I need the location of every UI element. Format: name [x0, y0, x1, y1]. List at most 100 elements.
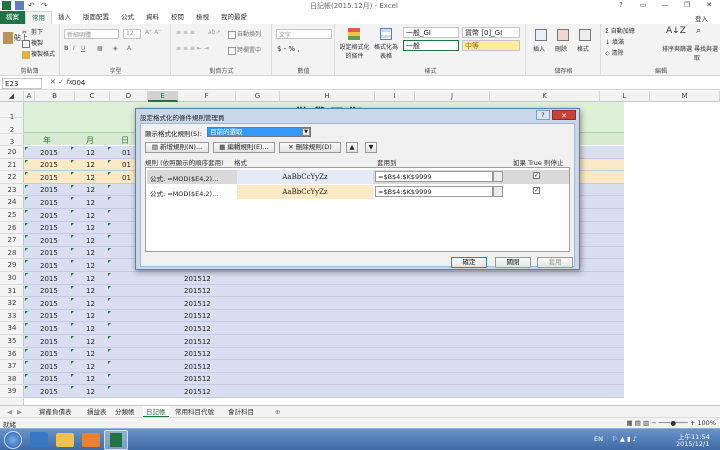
tab-formulas[interactable]: 公式	[115, 11, 140, 24]
style-neutral[interactable]: 中等	[462, 40, 520, 51]
merge-center-button[interactable]: 跨欄置中	[228, 45, 261, 55]
period-cell[interactable]: 201512	[184, 388, 211, 396]
name-box[interactable]: E23	[2, 78, 42, 89]
period-cell[interactable]: 201512	[184, 350, 211, 358]
move-down-button[interactable]: ▼	[365, 142, 377, 153]
row-header[interactable]: 21	[0, 159, 24, 172]
column-header-a[interactable]: A	[24, 91, 35, 102]
edit-rule-button[interactable]: ▦ 編輯規則(E)...	[213, 142, 275, 153]
period-cell[interactable]: 201512	[184, 363, 211, 371]
row-header-2[interactable]: 2	[0, 118, 24, 134]
year-cell[interactable]: 2015	[40, 174, 58, 182]
range-picker-icon[interactable]	[493, 186, 503, 197]
row-header[interactable]: 32	[0, 297, 24, 310]
year-cell[interactable]: 2015	[40, 186, 58, 194]
stop-if-true-checkbox[interactable]: ✓	[533, 187, 540, 194]
row-header[interactable]: 28	[0, 247, 24, 260]
year-cell[interactable]: 2015	[40, 350, 58, 358]
month-cell[interactable]: 12	[86, 388, 95, 396]
period-cell[interactable]: 201512	[184, 300, 211, 308]
column-header-b[interactable]: B	[35, 91, 75, 102]
day-cell[interactable]: 01	[122, 174, 131, 182]
column-header-i[interactable]: I	[375, 91, 415, 102]
delete-cells-button[interactable]: 刪除	[555, 44, 567, 53]
ribbon-display-icon[interactable]: ▭	[632, 0, 654, 11]
row-header[interactable]: 38	[0, 373, 24, 386]
number-format-select[interactable]: 文字	[276, 29, 332, 39]
year-cell[interactable]: 2015	[40, 388, 58, 396]
row-header-3[interactable]: 3	[0, 134, 24, 146]
folder-icon[interactable]	[56, 433, 74, 447]
row-header[interactable]: 25	[0, 209, 24, 222]
save-icon[interactable]	[15, 1, 24, 10]
month-cell[interactable]: 12	[86, 149, 95, 157]
month-cell[interactable]: 12	[86, 338, 95, 346]
day-cell[interactable]: 01	[122, 161, 131, 169]
font-color-icon[interactable]: A	[127, 45, 131, 52]
month-cell[interactable]: 12	[86, 212, 95, 220]
zoom-level[interactable]: ▦ ▤ ▥ − ───●─── + 100%	[627, 419, 716, 427]
column-header-k[interactable]: K	[490, 91, 600, 102]
month-cell[interactable]: 12	[86, 237, 95, 245]
style-currency-gi[interactable]: 貨幣 [0]_GI	[462, 27, 520, 38]
year-cell[interactable]: 2015	[40, 237, 58, 245]
year-cell[interactable]: 2015	[40, 212, 58, 220]
dialog-close-button[interactable]: ✕	[552, 110, 576, 120]
tray-icons[interactable]: ⚐ ▲ ▮ ♪	[612, 435, 637, 443]
fill-button[interactable]: ↓ 填滿	[605, 37, 624, 46]
year-cell[interactable]: 2015	[40, 287, 58, 295]
month-cell[interactable]: 12	[86, 275, 95, 283]
start-button[interactable]	[4, 431, 22, 449]
row-header[interactable]: 36	[0, 348, 24, 361]
row-header[interactable]: 22	[0, 171, 24, 184]
clear-button[interactable]: ◇ 清除	[605, 48, 624, 57]
rule-row-1[interactable]: 公式: =MOD($E4,2)... AaBbCcYyZz =$B$4:$K$9…	[147, 170, 569, 184]
tab-favorites[interactable]: 我的最愛	[215, 11, 253, 24]
month-cell[interactable]: 12	[86, 350, 95, 358]
tab-data[interactable]: 資料	[140, 11, 165, 24]
row-header-1[interactable]: 1	[0, 102, 24, 121]
row-header[interactable]: 26	[0, 222, 24, 235]
ok-button[interactable]: 確定	[451, 257, 487, 268]
grow-font-icon[interactable]: A⁺ A⁻	[145, 29, 161, 36]
month-cell[interactable]: 12	[86, 249, 95, 257]
range-picker-icon[interactable]	[493, 171, 503, 182]
language-indicator[interactable]: EN	[594, 435, 603, 443]
month-cell[interactable]: 12	[86, 186, 95, 194]
sort-filter-button[interactable]: 排序與篩選	[662, 44, 692, 53]
new-rule-button[interactable]: ▤ 新增規則(N)...	[145, 142, 209, 153]
fill-color-icon[interactable]: ◈	[113, 45, 118, 52]
month-cell[interactable]: 12	[86, 363, 95, 371]
find-select-button[interactable]: 尋找與選取	[694, 44, 718, 62]
undo-icon[interactable]: ↶	[28, 1, 37, 10]
month-cell[interactable]: 12	[86, 224, 95, 232]
year-cell[interactable]: 2015	[40, 224, 58, 232]
row-header[interactable]: 27	[0, 234, 24, 247]
year-cell[interactable]: 2015	[40, 262, 58, 270]
align-left-icon[interactable]: ≡ ≡ ≡ ⇤ ⇥	[176, 45, 209, 52]
row-header[interactable]: 24	[0, 196, 24, 209]
cut-button[interactable]: ✂ 剪下	[22, 27, 43, 37]
month-cell[interactable]: 12	[86, 300, 95, 308]
year-cell[interactable]: 2015	[40, 363, 58, 371]
copy-button[interactable]: 複製	[22, 38, 43, 48]
formula-input[interactable]: 004	[72, 78, 85, 89]
move-up-button[interactable]: ▲	[346, 142, 358, 153]
tab-page-layout[interactable]: 版面配置	[77, 11, 115, 24]
insert-function-icon[interactable]: ✕ ✓ fx	[50, 78, 73, 86]
month-cell[interactable]: 12	[86, 161, 95, 169]
month-cell[interactable]: 12	[86, 262, 95, 270]
tab-file[interactable]: 檔案	[0, 11, 25, 24]
column-header-l[interactable]: L	[600, 91, 650, 102]
chevron-down-icon[interactable]: ▼	[302, 128, 310, 136]
column-header-j[interactable]: J	[415, 91, 490, 102]
italic-button[interactable]: I	[73, 45, 75, 52]
autosum-button[interactable]: Σ 自動加總	[605, 26, 635, 35]
month-cell[interactable]: 12	[86, 174, 95, 182]
bold-button[interactable]: B	[64, 45, 69, 52]
month-cell[interactable]: 12	[86, 312, 95, 320]
tab-home[interactable]: 常用	[25, 11, 52, 24]
year-cell[interactable]: 2015	[40, 149, 58, 157]
tab-insert[interactable]: 插入	[52, 11, 77, 24]
period-cell[interactable]: 201512	[184, 375, 211, 383]
